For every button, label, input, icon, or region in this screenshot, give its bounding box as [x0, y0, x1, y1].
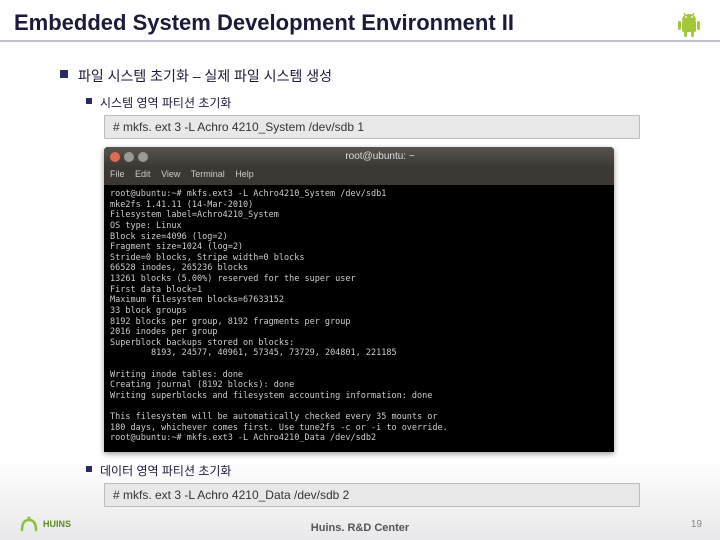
menu-file: File [110, 169, 125, 179]
android-icon [672, 10, 706, 43]
footer-bar: HUINS 19 [0, 514, 720, 534]
minimize-icon [124, 152, 134, 162]
bullet-main-text: 파일 시스템 초기화 – 실제 파일 시스템 생성 [78, 66, 332, 86]
page-number: 19 [691, 519, 702, 530]
huins-logo: HUINS [18, 514, 71, 534]
close-icon [110, 152, 120, 162]
terminal-menubar: File Edit View Terminal Help [104, 167, 614, 185]
content-area: 파일 시스템 초기화 – 실제 파일 시스템 생성 시스템 영역 파티션 초기화… [0, 42, 720, 507]
logo-name: HUINS [43, 520, 71, 529]
bullet-sub1-text: 시스템 영역 파티션 초기화 [100, 94, 231, 111]
bullet-square-icon [86, 98, 92, 104]
menu-terminal: Terminal [191, 169, 225, 179]
terminal-title: root@ubuntu: ~ [345, 151, 414, 164]
slide: Embedded System Development Environment … [0, 0, 720, 540]
menu-view: View [161, 169, 180, 179]
command-box-2: # mkfs. ext 3 -L Achro 4210_Data /dev/sd… [104, 483, 640, 507]
bullet-sub2-text: 데이터 영역 파티션 초기화 [100, 462, 231, 479]
terminal-window: root@ubuntu: ~ File Edit View Terminal H… [104, 147, 614, 452]
terminal-output: root@ubuntu:~# mkfs.ext3 -L Achro4210_Sy… [104, 185, 614, 452]
command-box-1: # mkfs. ext 3 -L Achro 4210_System /dev/… [104, 115, 640, 139]
menu-edit: Edit [135, 169, 151, 179]
bullet-square-icon [86, 466, 92, 472]
terminal-titlebar: root@ubuntu: ~ [104, 147, 614, 167]
bullet-sub2: 데이터 영역 파티션 초기화 [86, 462, 660, 479]
page-title: Embedded System Development Environment … [0, 0, 720, 42]
bullet-main: 파일 시스템 초기화 – 실제 파일 시스템 생성 [60, 66, 660, 86]
maximize-icon [138, 152, 148, 162]
bullet-square-icon [60, 70, 68, 78]
menu-help: Help [235, 169, 254, 179]
bullet-sub1: 시스템 영역 파티션 초기화 [86, 94, 660, 111]
